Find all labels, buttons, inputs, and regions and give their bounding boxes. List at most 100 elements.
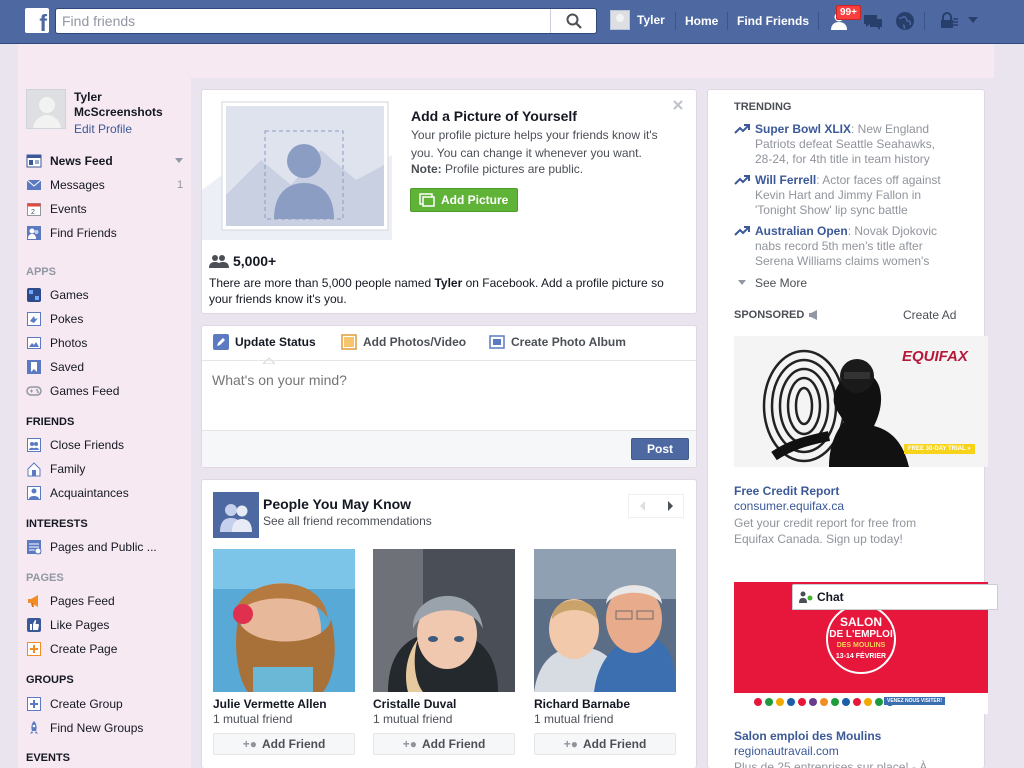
- tab-add-photos-video[interactable]: Add Photos/Video: [341, 334, 466, 350]
- chat-bar[interactable]: Chat: [792, 584, 998, 610]
- add-friend-button[interactable]: +● Add Friend: [373, 733, 515, 755]
- trending-title: TRENDING: [734, 101, 792, 113]
- ad-description[interactable]: Get your credit report for free from Equ…: [734, 515, 934, 547]
- trending-item[interactable]: Will Ferrell: Actor faces off against Ke…: [734, 173, 949, 218]
- sidebar-item-like-pages[interactable]: Like Pages: [26, 616, 109, 634]
- chevron-left-icon[interactable]: [639, 501, 647, 511]
- person-name[interactable]: Julie Vermette Allen: [213, 697, 355, 711]
- sidebar-item-create-page[interactable]: Create Page: [26, 640, 117, 658]
- add-picture-camera-icon: [419, 193, 435, 207]
- tab-label: Add Photos/Video: [363, 335, 467, 349]
- sidebar-item-saved[interactable]: Saved: [26, 358, 84, 376]
- sidebar-item-pages-public[interactable]: Pages and Public ...: [26, 538, 157, 556]
- sidebar-item-label: Pages and Public ...: [50, 540, 157, 554]
- messages-jewel-icon[interactable]: [862, 10, 884, 32]
- chevron-down-icon[interactable]: [966, 13, 980, 27]
- chevron-right-icon[interactable]: [666, 501, 674, 511]
- facebook-logo-icon[interactable]: f: [25, 8, 49, 33]
- section-title-pages[interactable]: PAGES: [26, 572, 64, 584]
- svg-text:2: 2: [31, 209, 35, 216]
- sidebar-item-label: Close Friends: [50, 438, 125, 452]
- post-button[interactable]: Post: [631, 438, 689, 460]
- status-textarea[interactable]: [206, 366, 686, 426]
- add-friend-button[interactable]: +● Add Friend: [534, 733, 676, 755]
- nav-user-link[interactable]: Tyler: [610, 10, 665, 30]
- create-ad-link[interactable]: Create Ad: [903, 308, 956, 322]
- notifications-globe-icon[interactable]: [894, 10, 916, 32]
- pymk-subtitle[interactable]: See all friend recommendations: [263, 514, 432, 528]
- person-name[interactable]: Richard Barnabe: [534, 697, 676, 711]
- privacy-lock-icon[interactable]: [938, 10, 960, 32]
- salon-line2: DE L'EMPLOI: [829, 629, 893, 640]
- pymk-title[interactable]: People You May Know: [263, 496, 411, 512]
- equifax-trial-badge: FREE 30-DAY TRIAL »: [904, 444, 975, 454]
- section-title-groups[interactable]: GROUPS: [26, 674, 74, 686]
- section-title-interests[interactable]: INTERESTS: [26, 518, 88, 530]
- rocket-icon: [30, 721, 38, 734]
- sidebar-item-messages[interactable]: Messages: [26, 176, 105, 194]
- ad-url[interactable]: regionautravail.com: [734, 744, 839, 758]
- equifax-ad-image[interactable]: EQUIFAX FREE 30-DAY TRIAL »: [734, 336, 988, 467]
- tab-label: Update Status: [235, 335, 316, 349]
- create-page-plus-icon: [27, 642, 41, 656]
- sidebar-item-acquaintances[interactable]: Acquaintances: [26, 484, 129, 502]
- sidebar-item-family[interactable]: Family: [26, 460, 85, 478]
- nav-home-link[interactable]: Home: [685, 14, 718, 28]
- section-title-friends[interactable]: FRIENDS: [26, 416, 74, 428]
- profile-avatar[interactable]: [26, 89, 66, 129]
- search-button[interactable]: [550, 9, 596, 33]
- sidebar-item-create-group[interactable]: Create Group: [26, 695, 123, 713]
- section-title-events[interactable]: EVENTS: [26, 752, 70, 764]
- family-house-icon: [27, 462, 41, 477]
- add-picture-button[interactable]: Add Picture: [410, 188, 518, 212]
- see-more-label: See More: [755, 276, 808, 290]
- tab-create-photo-album[interactable]: Create Photo Album: [489, 334, 626, 350]
- mutual-friends[interactable]: 1 mutual friend: [373, 712, 515, 726]
- sidebar-item-games[interactable]: Games: [26, 286, 89, 304]
- ad-url[interactable]: consumer.equifax.ca: [734, 499, 844, 513]
- section-title-apps[interactable]: APPS: [26, 266, 56, 278]
- games-icon: [27, 288, 41, 302]
- add-picture-body: Your profile picture helps your friends …: [411, 128, 658, 160]
- sidebar-item-find-new-groups[interactable]: Find New Groups: [26, 719, 143, 737]
- chat-status-icon: [799, 591, 813, 603]
- person-photo[interactable]: [534, 549, 676, 692]
- ad-description[interactable]: Plus de 25 entreprises sur place! - À: [734, 760, 954, 768]
- close-icon[interactable]: [673, 100, 683, 110]
- sidebar-item-photos[interactable]: Photos: [26, 334, 87, 352]
- person-name[interactable]: Cristalle Duval: [373, 697, 515, 711]
- add-picture-note: Note: Profile pictures are public.: [411, 162, 583, 176]
- profile-name[interactable]: Tyler McScreenshots: [74, 90, 184, 120]
- trending-item[interactable]: Super Bowl XLIX: New England Patriots de…: [734, 122, 949, 167]
- edit-profile-link[interactable]: Edit Profile: [74, 122, 132, 136]
- nav-find-friends-link[interactable]: Find Friends: [737, 14, 809, 28]
- person-photo[interactable]: [213, 549, 355, 692]
- sidebar-item-news-feed[interactable]: News Feed: [26, 152, 113, 170]
- sub-header-bar: [18, 44, 994, 78]
- sidebar-item-find-friends[interactable]: Find Friends: [26, 224, 117, 242]
- sidebar-item-pokes[interactable]: Pokes: [26, 310, 83, 328]
- ad-title[interactable]: Salon emploi des Moulins: [734, 729, 881, 743]
- pymk-person-card: Cristalle Duval 1 mutual friend +● Add Fr…: [373, 549, 515, 755]
- sidebar-item-label: Find Friends: [50, 226, 117, 240]
- person-photo[interactable]: [373, 549, 515, 692]
- news-feed-chevron-icon[interactable]: [175, 158, 183, 164]
- chevron-down-icon: [738, 280, 746, 285]
- sidebar-item-label: Events: [50, 202, 87, 216]
- search-input[interactable]: [62, 12, 542, 30]
- add-friend-button[interactable]: +● Add Friend: [213, 733, 355, 755]
- mutual-friends[interactable]: 1 mutual friend: [534, 712, 676, 726]
- top-bar: f Tyler Home Find Friends 99+: [0, 0, 1024, 44]
- sidebar-item-label: Acquaintances: [50, 486, 129, 500]
- megaphone-icon: [28, 595, 38, 607]
- mutual-friends[interactable]: 1 mutual friend: [213, 712, 355, 726]
- name-count-description: There are more than 5,000 people named T…: [209, 275, 679, 307]
- trending-item[interactable]: Australian Open: Novak Djokovic nabs rec…: [734, 224, 949, 269]
- tab-update-status[interactable]: Update Status: [213, 334, 316, 350]
- sidebar-item-close-friends[interactable]: Close Friends: [26, 436, 124, 454]
- sidebar-item-events[interactable]: 2 Events: [26, 200, 87, 218]
- ad-title[interactable]: Free Credit Report: [734, 484, 839, 498]
- see-more-link[interactable]: See More: [738, 276, 807, 290]
- sidebar-item-games-feed[interactable]: Games Feed: [26, 382, 119, 400]
- sidebar-item-pages-feed[interactable]: Pages Feed: [26, 592, 115, 610]
